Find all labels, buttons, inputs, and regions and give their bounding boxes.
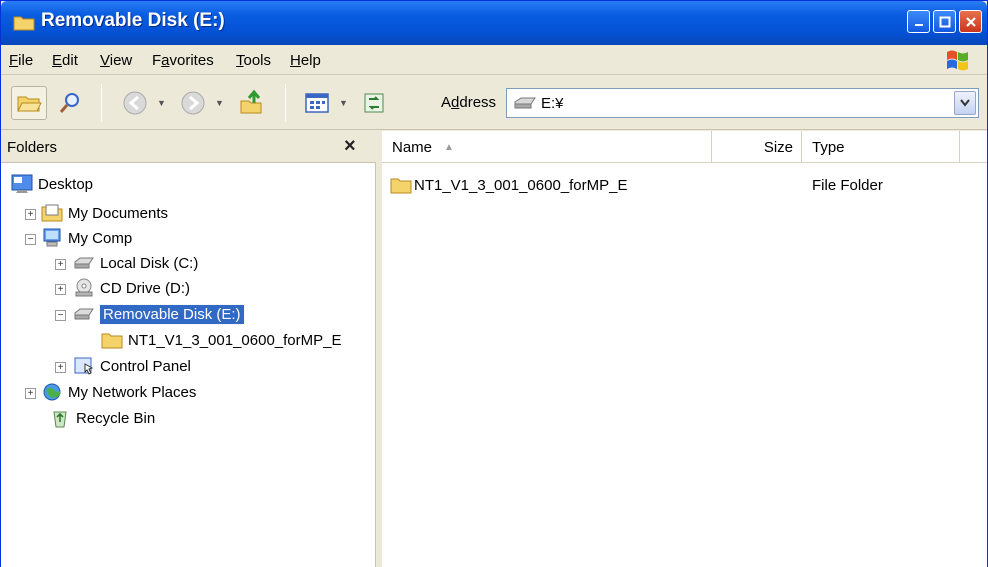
tree-item-removable-disk[interactable]: Removable Disk (E:) <box>73 302 245 326</box>
tree-item-cd-drive[interactable]: CD Drive (D:) <box>73 276 190 300</box>
list-item-type: File Folder <box>812 177 883 194</box>
folders-toggle-button[interactable] <box>11 86 47 120</box>
close-button[interactable] <box>959 10 982 33</box>
folders-close-button[interactable]: × <box>344 135 356 158</box>
cd-drive-icon <box>75 278 93 297</box>
expand-toggle[interactable]: + <box>55 259 66 270</box>
minimize-button[interactable] <box>907 10 930 33</box>
tree-item-label-selected: Removable Disk (E:) <box>99 303 245 325</box>
folders-title: Folders <box>7 139 58 156</box>
sync-icon <box>364 93 384 113</box>
content-area: Folders × Desktop + My Documents − My Co… <box>1 131 987 567</box>
maximize-icon <box>939 16 950 27</box>
back-arrow-icon <box>123 91 147 115</box>
back-button[interactable] <box>119 88 151 118</box>
menu-view[interactable]: View <box>100 52 132 69</box>
tree-item-my-computer[interactable]: My Comp <box>41 226 132 250</box>
folders-pane: Folders × Desktop + My Documents − My Co… <box>1 131 376 567</box>
expand-toggle[interactable]: + <box>55 362 66 373</box>
recycle-bin-icon <box>53 411 67 428</box>
control-panel-icon <box>74 357 94 375</box>
tree-item-my-documents[interactable]: My Documents <box>41 201 168 225</box>
collapse-toggle[interactable]: − <box>55 310 66 321</box>
forward-button[interactable] <box>177 88 209 118</box>
sort-ascending-icon: ▲ <box>444 141 454 153</box>
maximize-button[interactable] <box>933 10 956 33</box>
column-header-type[interactable]: Type <box>802 131 960 163</box>
list-item[interactable]: NT1_V1_3_001_0600_forMP_E <box>390 173 628 197</box>
column-header-size[interactable]: Size <box>712 131 802 163</box>
expand-toggle[interactable]: + <box>25 388 36 399</box>
list-item-name: NT1_V1_3_001_0600_forMP_E <box>414 176 628 194</box>
address-label: Address <box>441 94 497 111</box>
toolbar: ▼ ▼ ▼ Address E:¥ <box>1 76 987 130</box>
search-button[interactable] <box>53 86 87 120</box>
desktop-icon <box>11 174 33 193</box>
name-column-area <box>382 163 712 567</box>
expand-toggle[interactable]: + <box>55 284 66 295</box>
folder-icon <box>390 178 412 194</box>
search-icon <box>59 93 79 113</box>
minimize-icon <box>914 23 923 26</box>
window-title: Removable Disk (E:) <box>41 10 225 31</box>
folder-icon <box>13 16 35 31</box>
address-dropdown-button[interactable] <box>954 91 976 115</box>
tree-item-recycle-bin[interactable]: Recycle Bin <box>49 406 155 430</box>
views-button[interactable] <box>301 88 333 118</box>
removable-disk-icon <box>74 308 94 320</box>
hard-drive-icon <box>74 257 94 269</box>
removable-disk-icon <box>514 97 536 109</box>
close-icon <box>965 16 976 27</box>
menu-bar: File Edit View Favorites Tools Help <box>1 45 987 75</box>
my-computer-icon <box>43 228 61 247</box>
tree-item-local-disk[interactable]: Local Disk (C:) <box>73 251 198 275</box>
folders-header: Folders × <box>1 131 376 163</box>
column-header-blank[interactable] <box>960 131 987 163</box>
expand-toggle[interactable]: + <box>25 209 36 220</box>
sync-button[interactable] <box>361 90 387 116</box>
menu-favorites[interactable]: Favorites <box>152 52 214 69</box>
tree-item-subfolder[interactable]: NT1_V1_3_001_0600_forMP_E <box>101 328 342 352</box>
tree-item-network-places[interactable]: My Network Places <box>41 380 196 404</box>
back-dropdown-icon[interactable]: ▼ <box>157 98 166 108</box>
menu-help[interactable]: Help <box>290 52 321 69</box>
folder-icon <box>101 333 123 349</box>
views-icon <box>305 93 329 113</box>
windows-logo-icon <box>947 50 968 71</box>
views-dropdown-icon[interactable]: ▼ <box>339 98 348 108</box>
menu-tools[interactable]: Tools <box>236 52 271 69</box>
tree-item-control-panel[interactable]: Control Panel <box>73 354 191 378</box>
tree-item-desktop[interactable]: Desktop <box>11 172 93 196</box>
forward-dropdown-icon[interactable]: ▼ <box>215 98 224 108</box>
up-folder-icon <box>240 89 262 114</box>
collapse-toggle[interactable]: − <box>25 234 36 245</box>
column-header-name[interactable]: Name ▲ <box>382 131 712 163</box>
address-input[interactable]: E:¥ <box>541 95 564 112</box>
chevron-down-icon <box>960 99 970 107</box>
menu-edit[interactable]: Edit <box>52 52 78 69</box>
title-bar[interactable]: Removable Disk (E:) <box>1 1 987 45</box>
file-list-pane: Name ▲ Size Type NT1_V1_3_001_0600_forMP… <box>382 131 987 567</box>
forward-arrow-icon <box>181 91 205 115</box>
address-bar[interactable]: E:¥ <box>506 88 979 118</box>
my-documents-icon <box>41 204 63 222</box>
list-header: Name ▲ Size Type <box>382 131 987 163</box>
network-places-icon <box>43 383 61 401</box>
menu-file[interactable]: File <box>9 52 33 69</box>
up-button[interactable] <box>235 86 267 118</box>
explorer-window: Removable Disk (E:) File Edit View Favor… <box>0 0 988 567</box>
folder-open-icon <box>17 96 42 112</box>
